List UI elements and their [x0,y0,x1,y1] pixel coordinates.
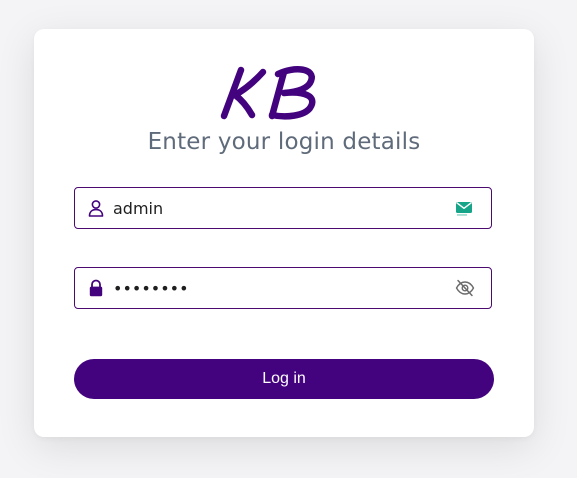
brand-logo [220,66,316,120]
username-field[interactable] [74,187,492,229]
password-field[interactable] [74,267,492,309]
login-title: Enter your login details [147,129,421,155]
email-badge-icon[interactable] [455,199,475,217]
user-icon [88,200,104,217]
login-button[interactable]: Log in [74,359,494,399]
password-input[interactable] [113,268,443,308]
username-input[interactable] [113,188,443,228]
login-page: Enter your login details Log in [0,0,577,478]
eye-off-icon[interactable] [455,279,475,297]
lock-icon [89,279,103,297]
